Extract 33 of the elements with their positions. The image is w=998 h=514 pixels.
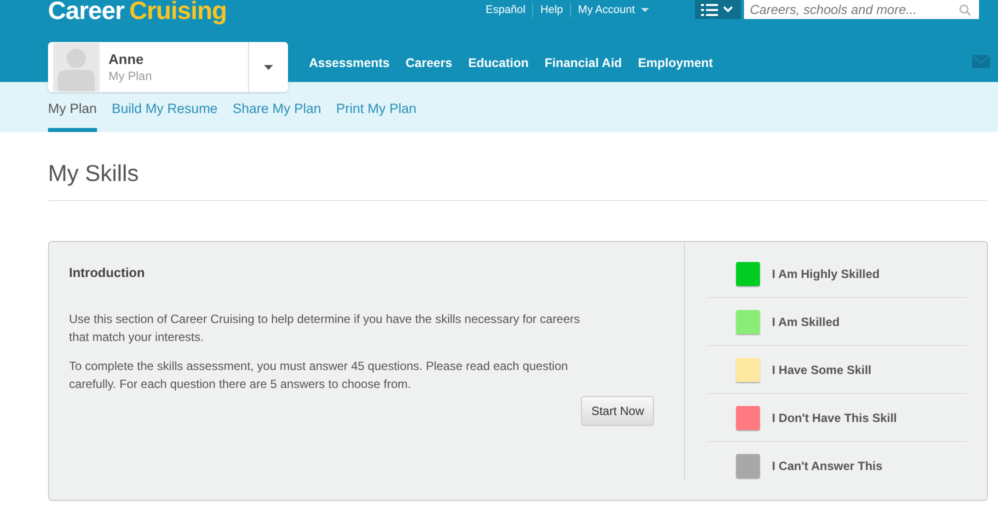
nav-link[interactable]: Education [468, 56, 529, 70]
logo[interactable]: Career Cruising [48, 0, 227, 26]
header-link[interactable]: Help [540, 4, 564, 16]
plan-tab[interactable]: Share My Plan [232, 94, 322, 132]
legend-label: I Can't Answer This [772, 458, 882, 472]
nav-link[interactable]: Assessments [309, 56, 390, 70]
nav-link[interactable]: Careers [406, 56, 452, 70]
avatar-icon [53, 42, 100, 92]
mail-icon[interactable] [972, 55, 990, 68]
nav-link[interactable]: Employment [638, 56, 713, 70]
list-menu-button[interactable] [694, 0, 741, 19]
legend-label: I Am Skilled [772, 314, 840, 328]
caret-icon [640, 8, 649, 12]
plan-tab[interactable]: My Plan [48, 94, 97, 132]
profile-name: Anne [108, 51, 145, 67]
search-icon [958, 4, 971, 16]
intro-paragraph: Use this section of Career Cruising to help determine if you have the skills necessary for careers that match your interests. [69, 311, 581, 346]
caret-icon [264, 64, 274, 70]
legend-label: I Am Highly Skilled [772, 266, 880, 280]
nav-link[interactable]: Financial Aid [544, 56, 622, 70]
profile-dropdown-button[interactable] [248, 42, 288, 92]
header-link[interactable]: Español [486, 4, 526, 16]
plan-tab[interactable]: Print My Plan [336, 94, 416, 132]
search-field[interactable]: Careers, schools and more... [744, 0, 979, 19]
page-title: My Skills [48, 160, 988, 201]
legend-label: I Don't Have This Skill [772, 410, 897, 424]
section-heading: Introduction [69, 265, 146, 280]
plan-tab[interactable]: Build My Resume [112, 94, 218, 132]
start-now-button[interactable]: Start Now [581, 396, 654, 426]
legend-label: I Have Some Skill [772, 362, 872, 376]
account-menu-link[interactable]: My Account [578, 4, 649, 16]
intro-paragraph: To complete the skills assessment, you must answer 45 questions. Please read each question carefully. For each question there are 5 answers to choose from. [69, 358, 569, 393]
profile-subtitle: My Plan [108, 69, 153, 83]
